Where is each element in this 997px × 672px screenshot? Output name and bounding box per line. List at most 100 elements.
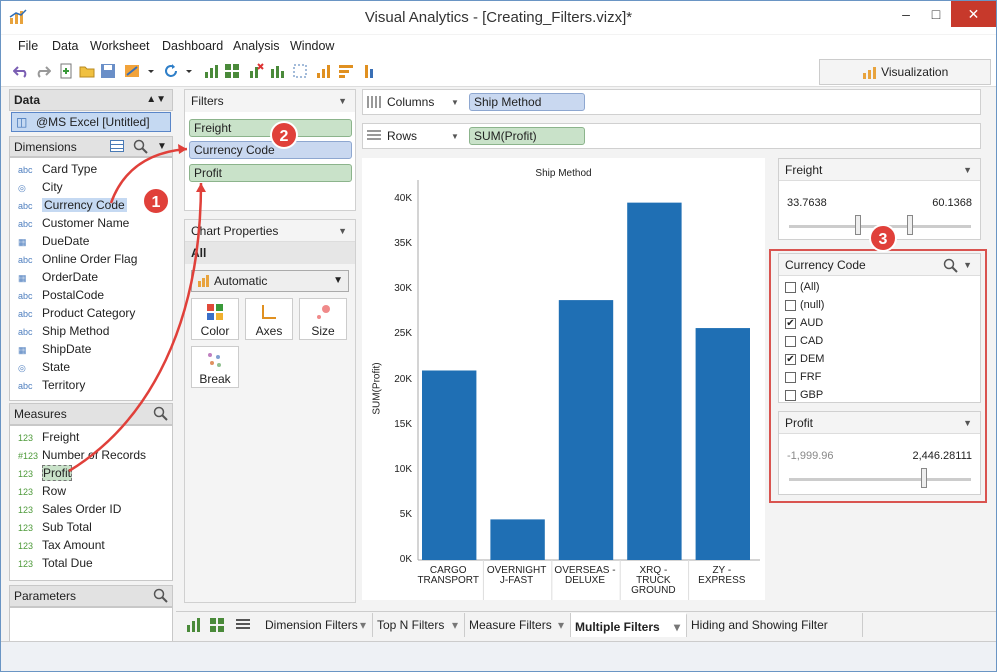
dimension-field-duedate[interactable]: ▦ DueDate — [18, 232, 89, 250]
clear-sheet-icon[interactable] — [248, 63, 264, 79]
search-icon[interactable] — [943, 258, 959, 274]
sheet-tab-top-n-filters[interactable]: Top N Filters ▾ — [373, 613, 465, 637]
menu-worksheet[interactable]: Worksheet — [90, 39, 150, 53]
measure-field-total-due[interactable]: 123 Total Due — [18, 554, 93, 572]
checkbox-unchecked-icon[interactable] — [785, 335, 796, 347]
menu-data[interactable]: Data — [52, 39, 78, 53]
sort-ascending-icon[interactable] — [315, 63, 331, 79]
fit-icon[interactable] — [361, 63, 377, 79]
dimension-field-customer-name[interactable]: abc Customer Name — [18, 214, 129, 232]
swap-icon[interactable] — [269, 63, 285, 79]
bar-cargo-transport[interactable] — [422, 370, 477, 560]
measure-field-sales-order-id[interactable]: 123 Sales Order ID — [18, 500, 121, 518]
currency-option-aud[interactable]: ✔ AUD — [785, 315, 823, 331]
break-card[interactable]: Break — [191, 346, 239, 388]
search-icon[interactable] — [133, 139, 149, 155]
measure-field-freight[interactable]: 123 Freight — [18, 428, 79, 446]
search-icon[interactable] — [153, 588, 169, 604]
chevron-down-icon[interactable]: ▼ — [338, 90, 347, 112]
chevron-down-icon[interactable]: ▼ — [157, 137, 167, 157]
checkbox-checked-icon[interactable]: ✔ — [785, 317, 796, 329]
dimension-field-ship-method[interactable]: abc Ship Method — [18, 322, 109, 340]
menu-file[interactable]: File — [18, 39, 38, 53]
freight-slider-max-handle[interactable] — [907, 215, 913, 235]
axes-card[interactable]: Axes — [245, 298, 293, 340]
currency-option-gbp[interactable]: GBP — [785, 387, 823, 403]
select-icon[interactable] — [292, 63, 308, 79]
checkbox-unchecked-icon[interactable] — [785, 299, 796, 311]
currency-option-null[interactable]: (null) — [785, 297, 824, 313]
redo-icon[interactable] — [35, 63, 51, 79]
bar-overnight-j-fast[interactable] — [490, 519, 545, 560]
dimension-field-orderdate[interactable]: ▦ OrderDate — [18, 268, 98, 286]
open-folder-icon[interactable] — [79, 63, 95, 79]
bar-xrq-truck-ground[interactable] — [627, 202, 682, 560]
filter-pill-currency-code[interactable]: Currency Code — [189, 141, 352, 159]
sheet-tab-measure-filters[interactable]: Measure Filters ▾ — [465, 613, 571, 637]
bar-zy-express[interactable] — [695, 328, 750, 560]
chevron-down-icon[interactable]: ▼ — [963, 412, 972, 434]
bar-overseas-deluxe[interactable] — [558, 300, 614, 560]
table-view-icon[interactable] — [110, 140, 124, 152]
sort-descending-icon[interactable] — [338, 63, 354, 79]
data-source-icon[interactable] — [124, 63, 140, 79]
new-worksheet-icon[interactable] — [203, 63, 219, 79]
rows-pill-sum-profit[interactable]: SUM(Profit) — [469, 127, 585, 145]
chevron-down-icon[interactable]: ▾ — [452, 613, 458, 637]
save-icon[interactable] — [100, 63, 116, 79]
sheet-tab-multiple-filters[interactable]: Multiple Filters ▾ — [571, 613, 687, 637]
columns-pill-ship-method[interactable]: Ship Method — [469, 93, 585, 111]
chevron-down-icon[interactable]: ▾ — [558, 613, 564, 637]
dimension-field-product-category[interactable]: abc Product Category — [18, 304, 135, 322]
currency-option-cad[interactable]: CAD — [785, 333, 823, 349]
mark-type-select[interactable]: Automatic ▼ — [191, 270, 349, 292]
checkbox-unchecked-icon[interactable] — [785, 371, 796, 383]
sheet-tab-hiding-and-showing-filter-decks[interactable]: Hiding and Showing Filter Decks▾ — [687, 613, 863, 656]
chevron-down-icon[interactable]: ▾ — [360, 613, 366, 637]
maximize-button[interactable]: □ — [921, 1, 951, 27]
new-dashboard-icon[interactable] — [209, 617, 225, 633]
minimize-button[interactable]: – — [891, 1, 921, 27]
chevron-down-icon[interactable]: ▼ — [451, 98, 459, 107]
duplicate-sheet-icon[interactable] — [224, 63, 240, 79]
dimension-field-state[interactable]: ◎ State — [18, 358, 70, 376]
new-icon[interactable] — [58, 63, 74, 79]
menu-window[interactable]: Window — [290, 39, 334, 53]
new-worksheet-icon[interactable] — [186, 617, 202, 633]
currency-option-all[interactable]: (All) — [785, 279, 820, 295]
chevron-down-icon[interactable]: ▼ — [338, 220, 347, 242]
chevron-down-icon[interactable] — [147, 63, 155, 79]
measure-field-number-of-records[interactable]: #123 Number of Records — [18, 446, 146, 464]
measure-field-row[interactable]: 123 Row — [18, 482, 66, 500]
dimension-field-currency-code[interactable]: abc Currency Code — [18, 196, 127, 214]
currency-option-dem[interactable]: ✔ DEM — [785, 351, 824, 367]
measure-field-tax-amount[interactable]: 123 Tax Amount — [18, 536, 105, 554]
chevron-down-icon[interactable]: ▾ — [674, 615, 680, 639]
dimension-field-territory[interactable]: abc Territory — [18, 376, 85, 394]
color-card[interactable]: Color — [191, 298, 239, 340]
checkbox-checked-icon[interactable]: ✔ — [785, 353, 796, 365]
search-icon[interactable] — [153, 406, 169, 422]
visualization-button[interactable]: Visualization — [819, 59, 991, 85]
undo-icon[interactable] — [13, 63, 29, 79]
data-source-item[interactable]: ◫ @MS Excel [Untitled] — [11, 112, 171, 132]
sort-arrows-icon[interactable]: ▲▼ — [146, 90, 166, 110]
profit-slider-handle[interactable] — [921, 468, 927, 488]
close-button[interactable]: ✕ — [951, 1, 996, 27]
dimension-field-card-type[interactable]: abc Card Type — [18, 160, 97, 178]
measure-field-sub-total[interactable]: 123 Sub Total — [18, 518, 92, 536]
freight-slider-min-handle[interactable] — [855, 215, 861, 235]
chevron-down-icon[interactable]: ▼ — [451, 132, 459, 141]
menu-dashboard[interactable]: Dashboard — [162, 39, 223, 53]
dimension-field-shipdate[interactable]: ▦ ShipDate — [18, 340, 91, 358]
dimension-field-postalcode[interactable]: abc PostalCode — [18, 286, 104, 304]
profit-slider-track[interactable] — [789, 478, 971, 481]
refresh-icon[interactable] — [163, 63, 179, 79]
filter-pill-profit[interactable]: Profit — [189, 164, 352, 182]
currency-option-frf[interactable]: FRF — [785, 369, 821, 385]
menu-icon[interactable] — [235, 618, 251, 632]
checkbox-unchecked-icon[interactable] — [785, 389, 796, 401]
chevron-down-icon[interactable] — [185, 63, 193, 79]
dimension-field-online-order-flag[interactable]: abc Online Order Flag — [18, 250, 137, 268]
checkbox-unchecked-icon[interactable] — [785, 281, 796, 293]
